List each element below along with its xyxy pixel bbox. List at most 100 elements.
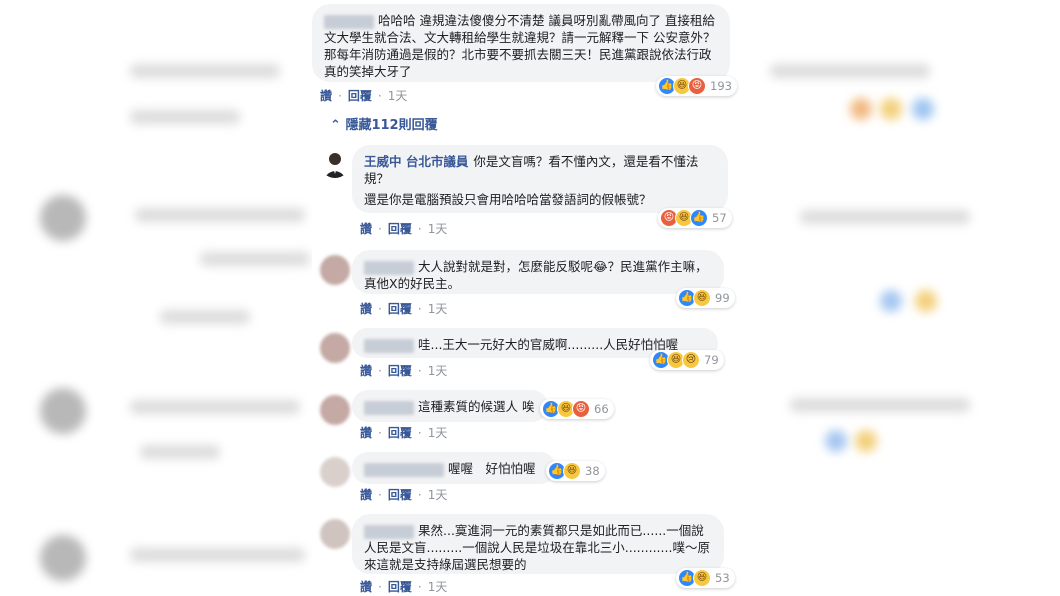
angry-reaction-icon: 😡 — [572, 400, 590, 418]
like-action[interactable]: 讚 — [360, 580, 372, 594]
author-name[interactable]: 王威中 台北市議員 — [364, 154, 468, 169]
reaction-summary[interactable]: 👍 😆 38 — [546, 461, 605, 481]
reply-action[interactable]: 回覆 — [388, 222, 412, 236]
like-action[interactable]: 讚 — [360, 488, 372, 502]
like-action[interactable]: 讚 — [360, 302, 372, 316]
bg-reaction — [912, 98, 934, 120]
comment-thread: 哈哈哈 違規違法傻傻分不清楚 議員呀別亂帶風向了 直接租給文大學生就合法、文大轉… — [312, 0, 744, 596]
comment-actions: 讚 · 回覆 · 1天 — [360, 220, 447, 237]
comment-actions: 讚 · 回覆 · 1天 — [360, 578, 447, 595]
bg-text-line — [770, 64, 930, 78]
reaction-summary[interactable]: 👍 😆 99 — [676, 288, 735, 308]
bg-text-line — [790, 398, 970, 412]
reaction-summary[interactable]: 👍 😆 😡 193 — [656, 76, 737, 96]
comment-time[interactable]: 1天 — [428, 222, 448, 236]
avatar[interactable] — [320, 148, 350, 178]
bg-reaction — [855, 430, 877, 452]
redacted-author-name — [364, 524, 414, 539]
redacted-author-name — [364, 462, 444, 477]
reaction-count: 79 — [704, 353, 719, 367]
comment-time[interactable]: 1天 — [428, 580, 448, 594]
hide-replies-label: 隱藏112則回覆 — [345, 118, 438, 133]
separator-dot: · — [338, 89, 342, 103]
separator-dot: · — [378, 302, 382, 316]
comment-time[interactable]: 1天 — [428, 488, 448, 502]
bg-text-line — [130, 110, 240, 124]
bg-reaction — [915, 290, 937, 312]
comment-actions: 讚 · 回覆 · 1天 — [360, 362, 447, 379]
reply-action[interactable]: 回覆 — [388, 488, 412, 502]
separator-dot: · — [378, 426, 382, 440]
hide-replies-link[interactable]: ⌃ 隱藏112則回覆 — [330, 114, 438, 133]
comment-bubble: 哈哈哈 違規違法傻傻分不清楚 議員呀別亂帶風向了 直接租給文大學生就合法、文大轉… — [312, 4, 730, 82]
bg-reaction — [880, 98, 902, 120]
redacted-author-name — [364, 338, 414, 353]
reaction-count: 99 — [715, 291, 730, 305]
reply-action[interactable]: 回覆 — [388, 426, 412, 440]
haha-reaction-icon: 😆 — [693, 569, 711, 587]
bg-avatar — [40, 195, 86, 241]
comment-bubble: 大人說對就是對，怎麼能反駁呢😂？民進黨作主嘛，真他X的好民主。 — [352, 250, 724, 294]
bg-avatar — [40, 388, 86, 434]
like-action[interactable]: 讚 — [360, 222, 372, 236]
separator-dot: · — [417, 488, 422, 502]
comment-actions: 讚 · 回覆 · 1天 — [360, 486, 447, 503]
like-action[interactable]: 讚 — [320, 89, 332, 103]
reaction-count: 193 — [710, 79, 732, 93]
reaction-count: 66 — [594, 402, 609, 416]
reaction-count: 57 — [712, 211, 727, 225]
bg-avatar — [40, 535, 86, 581]
separator-dot: · — [417, 426, 422, 440]
reaction-summary[interactable]: 👍 😆 53 — [676, 568, 735, 588]
bg-text-line — [135, 208, 305, 222]
separator-dot: · — [377, 89, 382, 103]
separator-dot: · — [378, 580, 382, 594]
reply-action[interactable]: 回覆 — [388, 302, 412, 316]
reaction-summary[interactable]: 👍 😆 😢 79 — [650, 350, 724, 370]
bg-text-line — [140, 445, 220, 459]
separator-dot: · — [417, 580, 422, 594]
separator-dot: · — [417, 302, 422, 316]
chevron-up-icon: ⌃ — [330, 118, 341, 133]
reply-action[interactable]: 回覆 — [388, 364, 412, 378]
sad-reaction-icon: 😢 — [682, 351, 700, 369]
reaction-summary[interactable]: 👍 😆 😡 66 — [540, 399, 614, 419]
reply-action[interactable]: 回覆 — [348, 89, 372, 103]
separator-dot: · — [378, 222, 382, 236]
comment-time[interactable]: 1天 — [428, 302, 448, 316]
avatar[interactable] — [320, 255, 350, 285]
bg-text-line — [130, 400, 300, 414]
comment-bubble: 喔喔 好怕怕喔 — [352, 452, 556, 484]
bg-reaction — [880, 290, 902, 312]
separator-dot: · — [417, 364, 422, 378]
avatar[interactable] — [320, 519, 350, 549]
avatar[interactable] — [320, 395, 350, 425]
separator-dot: · — [378, 488, 382, 502]
separator-dot: · — [417, 222, 422, 236]
comment-text: 果然...寞進洞一元的素質都只是如此而已......一個說人民是文盲......… — [364, 523, 710, 572]
comment-text: 喔喔 好怕怕喔 — [448, 461, 536, 476]
angry-reaction-icon: 😡 — [688, 77, 706, 95]
reply-action[interactable]: 回覆 — [388, 580, 412, 594]
bg-text-line — [130, 548, 305, 562]
comment-actions: 讚 · 回覆 · 1天 — [360, 424, 447, 441]
like-reaction-icon: 👍 — [690, 209, 708, 227]
comment-time[interactable]: 1天 — [428, 426, 448, 440]
like-action[interactable]: 讚 — [360, 364, 372, 378]
redacted-author-name — [324, 14, 374, 29]
like-action[interactable]: 讚 — [360, 426, 372, 440]
bg-reaction — [825, 430, 847, 452]
comment-time[interactable]: 1天 — [388, 89, 408, 103]
bg-text-line — [200, 252, 310, 266]
haha-reaction-icon: 😆 — [693, 289, 711, 307]
comment-bubble: 這種素質的候選人 唉 — [352, 390, 548, 422]
haha-reaction-icon: 😆 — [563, 462, 581, 480]
comment-text: 哇...王大一元好大的官威啊.........人民好怕怕喔 — [418, 337, 679, 352]
reaction-summary[interactable]: 😡 😆 👍 57 — [658, 208, 732, 228]
comment-time[interactable]: 1天 — [428, 364, 448, 378]
comment-text: 這種素質的候選人 唉 — [418, 399, 535, 414]
bg-text-line — [160, 310, 250, 324]
bg-text-line — [800, 210, 970, 224]
avatar[interactable] — [320, 457, 350, 487]
avatar[interactable] — [320, 333, 350, 363]
